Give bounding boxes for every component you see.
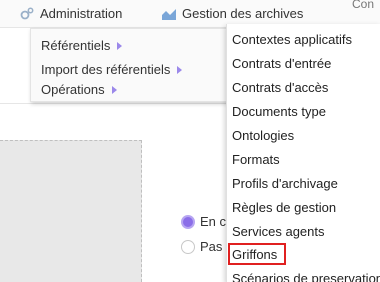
flyout-item-contrats-entree[interactable]: Contrats d'entrée [232, 56, 331, 71]
flyout-item-formats[interactable]: Formats [232, 152, 280, 167]
submenu-item-label: Opérations [41, 82, 105, 97]
submenu-item-label: Import des référentiels [41, 62, 171, 77]
submenu-item-label: Référentiels [41, 38, 111, 53]
submenu-item-operations[interactable]: Opérations [41, 82, 117, 97]
flyout-item-documents-type[interactable]: Documents type [232, 104, 326, 119]
flyout-item-contextes[interactable]: Contextes applicatifs [232, 32, 352, 47]
caret-right-icon [177, 65, 183, 74]
flyout-item-services-agents[interactable]: Services agents [232, 224, 325, 239]
radio-unselected-icon[interactable] [181, 239, 195, 254]
radio-selected-icon[interactable] [181, 214, 195, 229]
nav-gestion-archives[interactable]: Gestion des archives [162, 6, 303, 21]
caret-right-icon [117, 41, 123, 50]
caret-right-icon [111, 85, 117, 94]
nav-connection-label[interactable]: Con [352, 0, 374, 11]
left-panel [0, 140, 142, 282]
submenu-item-import-referentiels[interactable]: Import des référentiels [41, 62, 183, 77]
nav-administration-label: Administration [40, 6, 123, 21]
flyout-item-contrats-acces[interactable]: Contrats d'accès [232, 80, 328, 95]
flyout-item-regles-gestion[interactable]: Règles de gestion [232, 200, 336, 215]
chart-icon [162, 8, 176, 20]
submenu-item-referentiels[interactable]: Référentiels [41, 38, 123, 53]
gears-icon [20, 7, 34, 19]
administration-submenu: Référentiels Import des référentiels Opé… [30, 28, 228, 102]
nav-administration[interactable]: Administration [20, 6, 122, 21]
flyout-item-scenarios-preservation[interactable]: Scénarios de preservation [232, 271, 380, 282]
griffons-highlight-box [228, 243, 286, 265]
flyout-item-profils-archivage[interactable]: Profils d'archivage [232, 176, 338, 191]
nav-gestion-archives-label: Gestion des archives [182, 6, 304, 21]
flyout-item-ontologies[interactable]: Ontologies [232, 128, 294, 143]
